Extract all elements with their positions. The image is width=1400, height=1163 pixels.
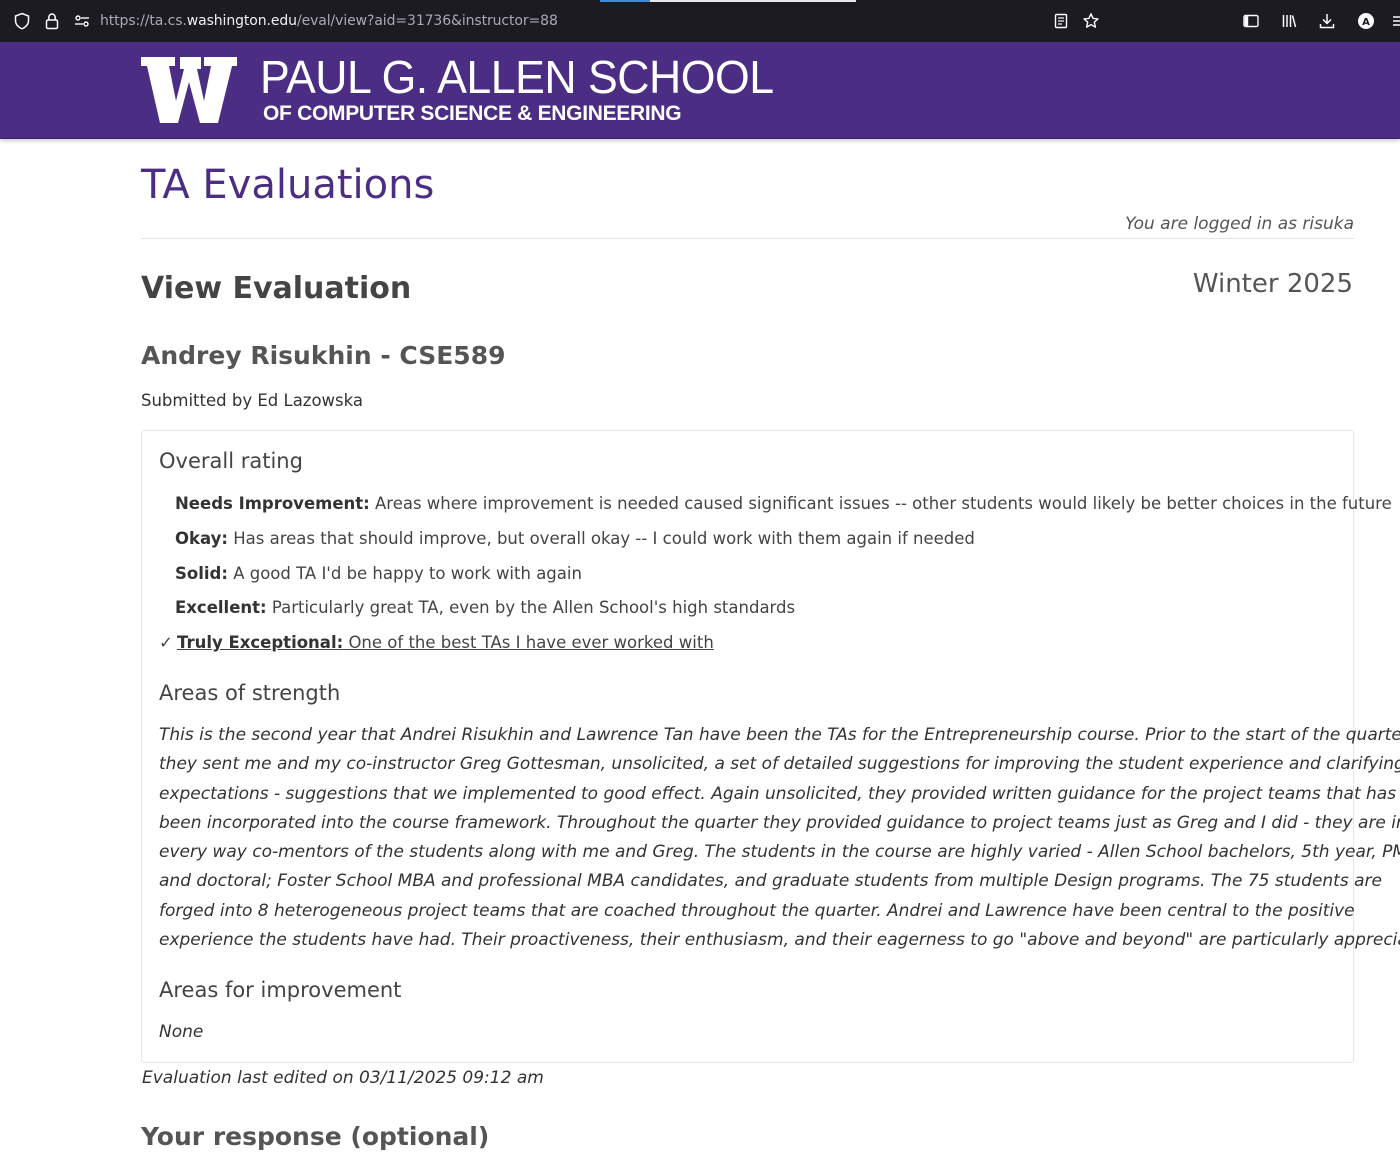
view-evaluation-heading: View Evaluation <box>141 271 412 306</box>
response-heading: Your response (optional) <box>141 1122 490 1151</box>
school-banner: PAUL G. ALLEN SCHOOL OF COMPUTER SCIENCE… <box>0 42 1400 139</box>
rating-option-okay: Okay: Has areas that should improve, but… <box>175 529 975 548</box>
shield-icon[interactable] <box>12 11 32 31</box>
improvement-heading: Areas for improvement <box>159 978 402 1002</box>
school-name-line2: OF COMPUTER SCIENCE & ENGINEERING <box>263 102 682 125</box>
account-avatar-icon[interactable]: A <box>1356 11 1376 31</box>
login-status: You are logged in as risuka <box>1125 214 1354 234</box>
submitted-by: Submitted by Ed Lazowska <box>141 391 364 410</box>
checkmark-icon: ✓ <box>159 633 173 652</box>
sidebar-icon[interactable] <box>1241 11 1261 31</box>
rating-label: Needs Improvement: <box>175 494 370 513</box>
rating-option-excellent: Excellent: Particularly great TA, even b… <box>175 598 795 617</box>
strength-line: been incorporated into the course framew… <box>159 812 1400 833</box>
rating-description: Particularly great TA, even by the Allen… <box>266 598 796 617</box>
rating-option-solid: Solid: A good TA I'd be happy to work wi… <box>175 564 582 583</box>
improvement-text: None <box>159 1022 204 1042</box>
overall-rating-heading: Overall rating <box>159 449 303 473</box>
url-prefix: https://ta.cs. <box>100 13 187 29</box>
ta-course-heading: Andrey Risukhin - CSE589 <box>141 341 506 370</box>
library-icon[interactable] <box>1279 11 1299 31</box>
permissions-icon[interactable] <box>72 11 92 31</box>
rating-description: Areas where improvement is needed caused… <box>369 494 1392 513</box>
strength-line: and doctoral; Foster School MBA and prof… <box>159 871 1382 892</box>
school-name-line1: PAUL G. ALLEN SCHOOL <box>260 51 774 103</box>
active-tab-indicator <box>600 0 856 2</box>
overflow-menu-icon[interactable] <box>1390 11 1400 31</box>
uw-w-logo-icon[interactable] <box>141 57 237 123</box>
reader-view-icon[interactable] <box>1051 11 1071 31</box>
rating-option-truly-exceptional: ✓ Truly Exceptional: One of the best TAs … <box>159 633 714 652</box>
rating-label: Okay: <box>175 529 228 548</box>
url-path: /eval/view?aid=31736&instructor=88 <box>296 13 558 29</box>
strength-text: This is the second year that Andrei Risu… <box>159 721 1400 955</box>
url-domain: washington.edu <box>186 13 297 29</box>
strength-line: This is the second year that Andrei Risu… <box>159 725 1400 745</box>
strength-line: experience the students have had. Their … <box>159 930 1400 951</box>
rating-option-needs-improvement: Needs Improvement: Areas where improveme… <box>175 494 1392 513</box>
quarter-label: Winter 2025 <box>1192 269 1353 299</box>
header-divider <box>141 238 1354 239</box>
page-title: TA Evaluations <box>141 162 435 208</box>
strength-line: forged into 8 heterogeneous project team… <box>159 900 1355 921</box>
download-icon[interactable] <box>1317 11 1337 31</box>
lock-icon[interactable] <box>42 11 62 31</box>
strength-line: expectations - suggestions that we imple… <box>159 783 1397 804</box>
rating-description: Has areas that should improve, but overa… <box>227 529 975 548</box>
browser-toolbar: https://ta.cs.washington.edu/eval/view?a… <box>0 0 1400 42</box>
url-field[interactable]: https://ta.cs.washington.edu/eval/view?a… <box>100 13 558 29</box>
evaluation-panel: Overall rating Needs Improvement: Areas … <box>141 430 1400 1063</box>
rating-description: One of the best TAs I have ever worked w… <box>343 633 714 652</box>
strength-heading: Areas of strength <box>159 681 341 705</box>
rating-label: Truly Exceptional: <box>177 633 344 652</box>
strength-line: every way co-mentors of the students alo… <box>159 842 1400 863</box>
rating-label: Excellent: <box>175 598 267 617</box>
last-edited-note: Evaluation last edited on 03/11/2025 09:… <box>142 1068 544 1088</box>
rating-description: A good TA I'd be happy to work with agai… <box>227 564 582 583</box>
svg-text:A: A <box>1362 17 1370 28</box>
rating-label: Solid: <box>175 564 228 583</box>
strength-line: they sent me and my co-instructor Greg G… <box>159 754 1400 775</box>
bookmark-star-icon[interactable] <box>1081 11 1101 31</box>
